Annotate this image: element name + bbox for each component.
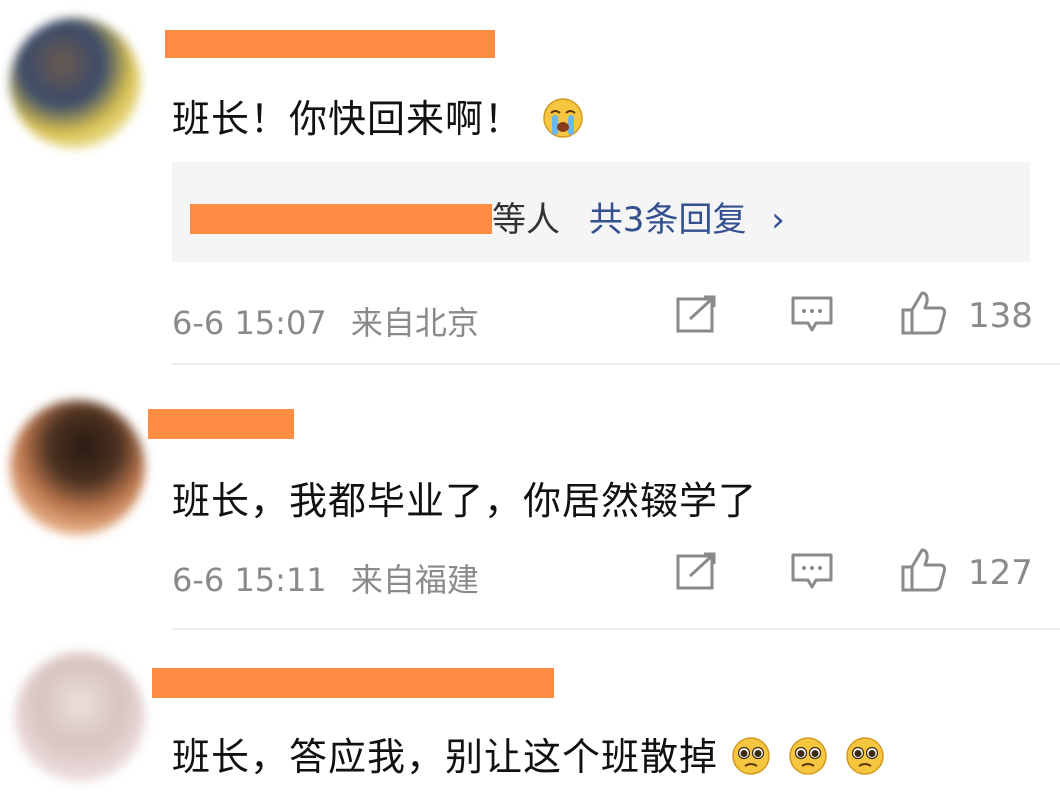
username-redacted[interactable]	[152, 668, 554, 698]
like-count: 127	[968, 553, 1033, 593]
like-icon[interactable]	[900, 290, 948, 340]
comment-meta: 6-6 15:07 来自北京	[172, 298, 479, 344]
chevron-right-icon[interactable]: ›	[771, 200, 785, 240]
comment-text: 班长！你快回来啊！	[172, 97, 524, 141]
avatar[interactable]	[10, 18, 140, 148]
comment-item: 班长！你快回来啊！ 等人 共3条回复 › 6-6 15:07 来自北京 138	[0, 0, 1060, 365]
comment-body: 班长！你快回来啊！	[172, 88, 584, 143]
location: 来自北京	[350, 304, 479, 342]
reply-names-redacted	[190, 204, 492, 234]
pleading-face-icon	[845, 736, 885, 776]
comment-body: 班长，答应我，别让这个班散掉	[172, 726, 885, 781]
pleading-face-icon	[731, 736, 771, 776]
like-count: 138	[968, 296, 1033, 336]
reply-preview-box[interactable]: 等人 共3条回复 ›	[172, 162, 1030, 262]
comment-item: 班长，我都毕业了，你居然辍学了 6-6 15:11 来自福建 127	[0, 365, 1060, 630]
username-redacted[interactable]	[148, 409, 294, 439]
like-icon[interactable]	[900, 547, 948, 597]
reply-summary: 等人 共3条回复 ›	[492, 192, 785, 241]
comment-meta: 6-6 15:11 来自福建	[172, 555, 479, 601]
timestamp: 6-6 15:07	[172, 304, 327, 342]
avatar[interactable]	[15, 652, 145, 782]
comment-item: 班长，答应我，别让这个班散掉	[0, 630, 1060, 795]
avatar[interactable]	[10, 400, 145, 535]
location: 来自福建	[350, 561, 479, 599]
crying-face-icon	[542, 97, 584, 139]
share-icon[interactable]	[676, 295, 718, 339]
comment-icon[interactable]	[790, 552, 834, 596]
timestamp: 6-6 15:11	[172, 561, 327, 599]
username-redacted[interactable]	[165, 30, 495, 58]
comment-text: 班长，答应我，别让这个班散掉	[172, 735, 719, 779]
pleading-face-icon	[788, 736, 828, 776]
comment-body: 班长，我都毕业了，你居然辍学了	[172, 470, 757, 525]
comment-text: 班长，我都毕业了，你居然辍学了	[172, 479, 758, 523]
reply-count-link[interactable]: 共3条回复	[589, 200, 747, 240]
comment-icon[interactable]	[790, 295, 834, 339]
reply-names-suffix: 等人	[492, 200, 560, 240]
share-icon[interactable]	[676, 552, 718, 596]
